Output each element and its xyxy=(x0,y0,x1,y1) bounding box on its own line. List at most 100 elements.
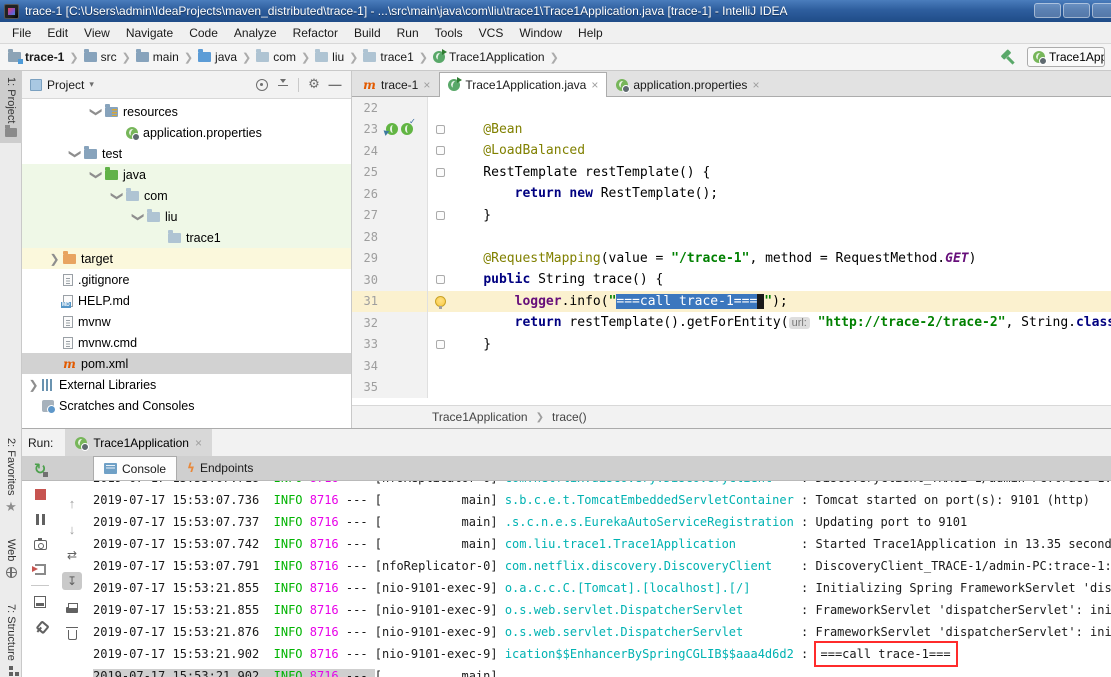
tree-chevron-icon[interactable]: ❯ xyxy=(111,187,125,204)
tree-chevron-icon[interactable]: ❯ xyxy=(90,166,104,183)
code-line[interactable]: 28 xyxy=(352,226,1111,248)
tree-chevron-icon[interactable]: ❯ xyxy=(25,378,42,392)
tree-item-scratches-and-consoles[interactable]: Scratches and Consoles xyxy=(22,395,351,416)
menu-run[interactable]: Run xyxy=(389,24,427,42)
tree-chevron-icon[interactable]: ❯ xyxy=(46,252,63,266)
editor-tab-trace1application.java[interactable]: Trace1Application.java× xyxy=(439,72,607,97)
close-icon[interactable]: × xyxy=(752,79,759,91)
run-configuration-select[interactable]: Trace1Application xyxy=(1027,47,1105,67)
close-icon[interactable]: × xyxy=(423,79,430,91)
code-line[interactable]: 32 return restTemplate().getForEntity(ur… xyxy=(352,312,1111,334)
tab-console[interactable]: Console xyxy=(93,456,177,480)
tree-item-help.md[interactable]: HELP.md xyxy=(22,290,351,311)
fold-marker-icon[interactable] xyxy=(436,146,445,155)
console-output[interactable]: 2019-07-17 15:53:07.718 INFO 8716 --- [n… xyxy=(93,481,1111,677)
tool-button-structure[interactable]: 7: Structure xyxy=(0,598,22,677)
tree-item-resources[interactable]: ❯resources xyxy=(22,101,351,122)
fold-marker-icon[interactable] xyxy=(436,125,445,134)
fold-marker-icon[interactable] xyxy=(436,168,445,177)
code-line[interactable]: 34 xyxy=(352,355,1111,377)
build-hammer-icon[interactable] xyxy=(999,49,1017,65)
tool-button-favorites[interactable]: 2: Favorites★ xyxy=(0,432,22,519)
code-line[interactable]: 26 return new RestTemplate(); xyxy=(352,183,1111,205)
menu-build[interactable]: Build xyxy=(346,24,389,42)
layout-button[interactable] xyxy=(30,593,50,611)
pin-button[interactable] xyxy=(30,618,50,636)
rerun-button[interactable]: ↻ xyxy=(30,460,50,478)
breadcrumb-item-trace-1[interactable]: trace-1 xyxy=(6,49,66,65)
fold-marker-icon[interactable] xyxy=(436,211,445,220)
breadcrumb-item-com[interactable]: com xyxy=(254,49,298,65)
breadcrumb-method[interactable]: trace() xyxy=(552,410,587,424)
clear-button[interactable] xyxy=(62,624,82,642)
breadcrumb-item-trace1[interactable]: trace1 xyxy=(361,49,415,65)
tab-endpoints[interactable]: ϟEndpoints xyxy=(177,456,263,480)
tree-item-external-libraries[interactable]: ❯External Libraries xyxy=(22,374,351,395)
breadcrumb-item-trace1application[interactable]: Trace1Application xyxy=(431,49,547,65)
code-editor[interactable]: 2223 @Bean24 @LoadBalanced25 RestTemplat… xyxy=(352,97,1111,398)
breadcrumb-item-java[interactable]: java xyxy=(196,49,239,65)
menu-vcs[interactable]: VCS xyxy=(471,24,512,42)
run-tab-trace1application[interactable]: Trace1Application × xyxy=(65,429,212,456)
fold-marker-icon[interactable] xyxy=(436,340,445,349)
tree-chevron-icon[interactable]: ❯ xyxy=(132,208,146,225)
print-button[interactable] xyxy=(62,598,82,616)
thread-dump-button[interactable] xyxy=(30,535,50,553)
locate-icon[interactable] xyxy=(254,78,270,92)
tree-item-test[interactable]: ❯test xyxy=(22,143,351,164)
code-line[interactable]: 31 logger.info("===call trace-1==="); xyxy=(352,291,1111,313)
menu-refactor[interactable]: Refactor xyxy=(285,24,346,42)
breadcrumb-item-main[interactable]: main xyxy=(134,49,181,65)
tree-item-mvnw[interactable]: mvnw xyxy=(22,311,351,332)
tree-item-mvnw.cmd[interactable]: mvnw.cmd xyxy=(22,332,351,353)
chevron-down-icon[interactable]: ▾ xyxy=(89,79,94,90)
breadcrumb-class[interactable]: Trace1Application xyxy=(432,410,528,424)
editor-tab-trace-1[interactable]: trace-1× xyxy=(354,72,439,96)
fold-marker-icon[interactable] xyxy=(436,275,445,284)
close-icon[interactable]: × xyxy=(591,79,598,91)
editor-tab-application.properties[interactable]: application.properties× xyxy=(607,72,768,96)
up-button[interactable]: ↑ xyxy=(62,494,82,512)
bean-icon bean-nav[interactable] xyxy=(386,123,398,135)
exit-button[interactable] xyxy=(30,560,50,578)
tree-item-target[interactable]: ❯target xyxy=(22,248,351,269)
menu-navigate[interactable]: Navigate xyxy=(118,24,181,42)
tool-button-web[interactable]: Web xyxy=(0,533,22,583)
code-line[interactable]: 33 } xyxy=(352,334,1111,356)
code-line[interactable]: 35 xyxy=(352,377,1111,399)
scroll-end-button[interactable]: ↧ xyxy=(62,572,82,590)
tree-item-liu[interactable]: ❯liu xyxy=(22,206,351,227)
code-line[interactable]: 29 @RequestMapping(value = "/trace-1", m… xyxy=(352,248,1111,270)
settings-gear-icon[interactable]: ⚙ xyxy=(306,78,322,92)
pause-button[interactable] xyxy=(30,510,50,528)
menu-code[interactable]: Code xyxy=(181,24,226,42)
code-line[interactable]: 24 @LoadBalanced xyxy=(352,140,1111,162)
code-line[interactable]: 23 @Bean xyxy=(352,119,1111,141)
breadcrumb-item-src[interactable]: src xyxy=(82,49,119,65)
tree-item-java[interactable]: ❯java xyxy=(22,164,351,185)
close-icon[interactable]: × xyxy=(195,437,202,449)
tree-item-pom.xml[interactable]: pom.xml xyxy=(22,353,351,374)
soft-wrap-button[interactable]: ⇄ xyxy=(62,546,82,564)
menu-analyze[interactable]: Analyze xyxy=(226,24,285,42)
code-line[interactable]: 27 } xyxy=(352,205,1111,227)
bean-icon bean-check[interactable] xyxy=(401,123,413,135)
bulb-icon[interactable] xyxy=(435,296,446,307)
tree-item-com[interactable]: ❯com xyxy=(22,185,351,206)
tree-chevron-icon[interactable]: ❯ xyxy=(90,103,104,120)
tree-item-trace1[interactable]: trace1 xyxy=(22,227,351,248)
menu-edit[interactable]: Edit xyxy=(39,24,76,42)
tree-chevron-icon[interactable]: ❯ xyxy=(69,145,83,162)
breadcrumb-item-liu[interactable]: liu xyxy=(313,49,346,65)
menu-window[interactable]: Window xyxy=(511,24,570,42)
close-button[interactable] xyxy=(1092,3,1111,18)
stop-button[interactable] xyxy=(30,485,50,503)
collapse-all-icon[interactable] xyxy=(275,78,291,92)
hide-panel-icon[interactable]: — xyxy=(327,78,343,92)
minimize-button[interactable] xyxy=(1034,3,1061,18)
menu-help[interactable]: Help xyxy=(570,24,611,42)
tool-button-project[interactable]: 1: Project xyxy=(0,71,22,143)
tree-item-application.properties[interactable]: application.properties xyxy=(22,122,351,143)
menu-tools[interactable]: Tools xyxy=(427,24,471,42)
code-line[interactable]: 22 xyxy=(352,97,1111,119)
